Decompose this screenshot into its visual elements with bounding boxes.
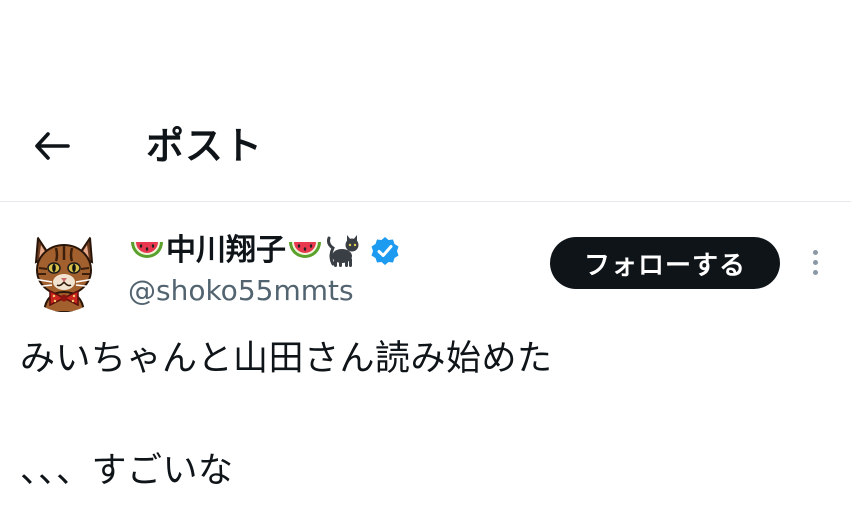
black-cat-icon (324, 232, 362, 270)
author-name-row[interactable]: 中川翔子 (128, 229, 400, 273)
top-bar: ポスト (0, 0, 851, 202)
verified-badge-icon[interactable] (370, 236, 400, 266)
follow-button[interactable]: フォローする (550, 237, 780, 289)
post-text-line: みいちゃんと山田さん読み始めた (20, 339, 553, 379)
more-vertical-icon (812, 249, 818, 255)
watermelon-icon (286, 232, 324, 270)
back-button[interactable] (28, 122, 76, 170)
more-options-button[interactable] (800, 240, 830, 284)
more-vertical-icon-dot (812, 269, 818, 275)
watermelon-icon (128, 232, 166, 270)
author-display-name: 中川翔子 (166, 233, 286, 268)
avatar[interactable] (22, 228, 106, 312)
page-title: ポスト (146, 124, 264, 168)
post-text-line: 、、、すごいな (20, 451, 234, 491)
author-handle[interactable]: @shoko55mmts (128, 272, 354, 310)
cat-avatar-icon (33, 235, 95, 312)
more-vertical-icon-dot (812, 259, 818, 265)
back-arrow-icon (35, 132, 70, 160)
